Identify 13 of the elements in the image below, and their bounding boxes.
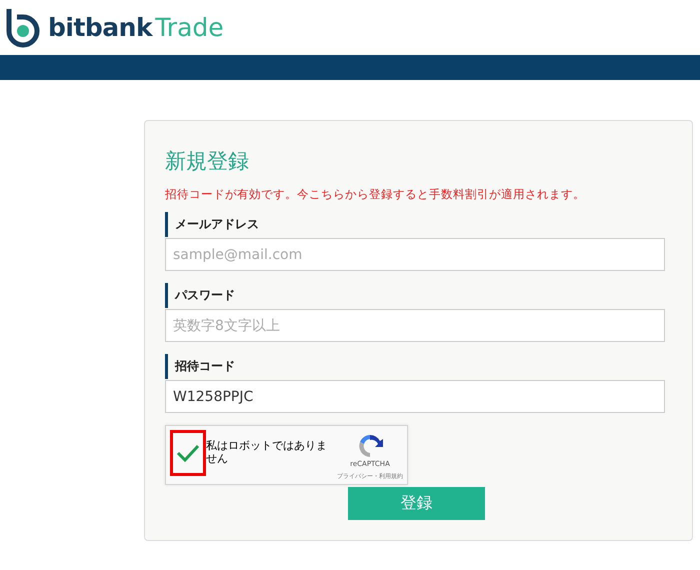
logo-icon (4, 6, 42, 48)
input-field[interactable]: 英数字8文字以上 (165, 309, 665, 342)
register-button[interactable]: 登録 (348, 487, 485, 520)
check-icon[interactable] (176, 444, 200, 462)
captcha-label: 私はロボットではありません (206, 440, 328, 467)
input-field[interactable]: sample@mail.com (165, 238, 665, 271)
recaptcha-icon (356, 432, 384, 460)
input-field[interactable]: W1258PPJC (165, 380, 665, 413)
notice-text: 招待コードが有効です。今こちらから登録すると手数料割引が適用されます。 (165, 187, 586, 202)
brand-name: bitbank (48, 13, 152, 42)
form-title: 新規登録 (165, 148, 250, 175)
highlight-frame[interactable] (170, 430, 206, 476)
brand-suffix: Trade (155, 13, 224, 42)
